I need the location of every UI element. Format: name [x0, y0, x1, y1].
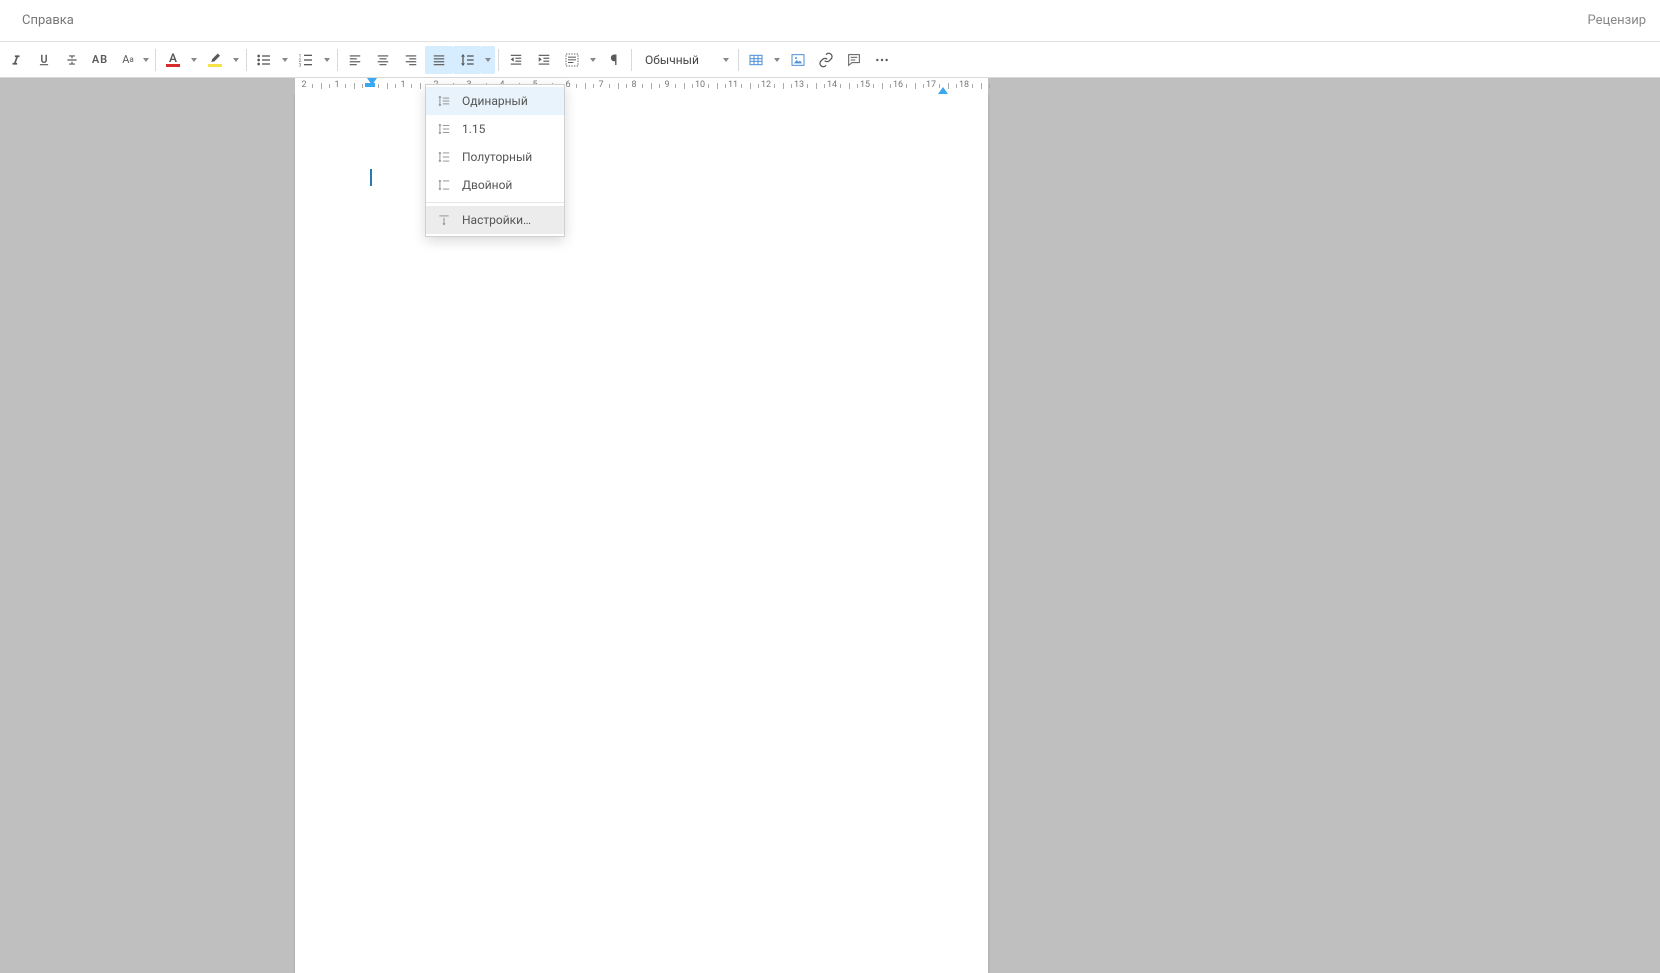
- ruler-label: 9: [664, 80, 669, 90]
- line-spacing-single[interactable]: Одинарный: [426, 87, 564, 115]
- italic-button[interactable]: [2, 46, 30, 74]
- mode-reviewing-label[interactable]: Рецензир: [1587, 13, 1646, 28]
- ruler-label: 16: [893, 80, 903, 90]
- line-spacing-115-icon: [436, 121, 452, 137]
- line-spacing-15-icon: [436, 149, 452, 165]
- menu-item-label: Полуторный: [462, 150, 532, 164]
- highlight-color-button[interactable]: [201, 46, 229, 74]
- horizontal-ruler[interactable]: 21123456789101112131415161718: [0, 78, 1660, 94]
- font-color-button[interactable]: A: [159, 46, 187, 74]
- menu-item-label: Одинарный: [462, 94, 528, 108]
- ruler-label: 18: [959, 80, 969, 90]
- menu-item-label: 1.15: [462, 122, 485, 136]
- align-justify-button[interactable]: [425, 46, 453, 74]
- svg-text:3: 3: [299, 62, 302, 67]
- menu-help[interactable]: Справка: [14, 7, 82, 34]
- align-center-button[interactable]: [369, 46, 397, 74]
- decrease-indent-button[interactable]: [502, 46, 530, 74]
- line-spacing-2-icon: [436, 177, 452, 193]
- document-workspace[interactable]: [0, 94, 1660, 973]
- numbered-list-dropdown[interactable]: [320, 46, 334, 74]
- underline-button[interactable]: [30, 46, 58, 74]
- ruler-label: 11: [728, 80, 738, 90]
- text-cursor: [370, 169, 372, 186]
- svg-text:2: 2: [299, 58, 302, 64]
- align-left-button[interactable]: [341, 46, 369, 74]
- ruler-label: 7: [598, 80, 603, 90]
- ruler-label: 8: [631, 80, 636, 90]
- line-spacing-double[interactable]: Двойной: [426, 171, 564, 199]
- numbered-list-button[interactable]: 123: [292, 46, 320, 74]
- change-case-button[interactable]: Aa: [114, 46, 152, 74]
- document-page[interactable]: [295, 94, 988, 973]
- insert-table-dropdown[interactable]: [770, 46, 784, 74]
- menu-item-label: Настройки…: [462, 213, 531, 227]
- line-spacing-dropdown[interactable]: [481, 46, 495, 74]
- bullet-list-dropdown[interactable]: [278, 46, 292, 74]
- ruler-label: 15: [860, 80, 870, 90]
- ruler-label: 12: [761, 80, 771, 90]
- more-button[interactable]: [868, 46, 896, 74]
- strikethrough-button[interactable]: [58, 46, 86, 74]
- line-spacing-menu: Одинарный 1.15 Полуторный Двойной Настро…: [425, 84, 565, 237]
- paragraph-settings-button[interactable]: [558, 46, 586, 74]
- ruler-label: 6: [565, 80, 570, 90]
- svg-text:1: 1: [299, 53, 302, 59]
- line-spacing-15[interactable]: Полуторный: [426, 143, 564, 171]
- paragraph-style-label: Обычный: [645, 53, 699, 67]
- ruler-label: 2: [301, 80, 306, 90]
- ruler-label: 13: [794, 80, 804, 90]
- ruler-label: 17: [926, 80, 936, 90]
- align-right-button[interactable]: [397, 46, 425, 74]
- insert-comment-button[interactable]: [840, 46, 868, 74]
- insert-link-button[interactable]: [812, 46, 840, 74]
- menubar: Справка Рецензир: [0, 0, 1660, 42]
- line-spacing-1-icon: [436, 93, 452, 109]
- line-spacing-settings[interactable]: Настройки…: [426, 206, 564, 234]
- ruler-label: 14: [827, 80, 837, 90]
- ruler-label: 10: [695, 80, 705, 90]
- ruler-label: 1: [400, 80, 405, 90]
- show-paragraph-marks-button[interactable]: ¶: [600, 46, 628, 74]
- bullet-list-button[interactable]: [250, 46, 278, 74]
- line-spacing-button[interactable]: [453, 46, 481, 74]
- small-caps-button[interactable]: AB: [86, 46, 114, 74]
- paragraph-style-select[interactable]: Обычный: [635, 46, 735, 74]
- toolbar: AB Aa A 123: [0, 42, 1660, 78]
- insert-image-button[interactable]: [784, 46, 812, 74]
- font-color-dropdown[interactable]: [187, 46, 201, 74]
- increase-indent-button[interactable]: [530, 46, 558, 74]
- highlight-color-dropdown[interactable]: [229, 46, 243, 74]
- ruler-label: 1: [334, 80, 339, 90]
- left-indent-marker[interactable]: [365, 83, 375, 87]
- menu-item-label: Двойной: [462, 178, 512, 192]
- paragraph-settings-dropdown[interactable]: [586, 46, 600, 74]
- insert-table-button[interactable]: [742, 46, 770, 74]
- line-spacing-settings-icon: [436, 212, 452, 228]
- line-spacing-115[interactable]: 1.15: [426, 115, 564, 143]
- right-indent-marker[interactable]: [938, 87, 948, 94]
